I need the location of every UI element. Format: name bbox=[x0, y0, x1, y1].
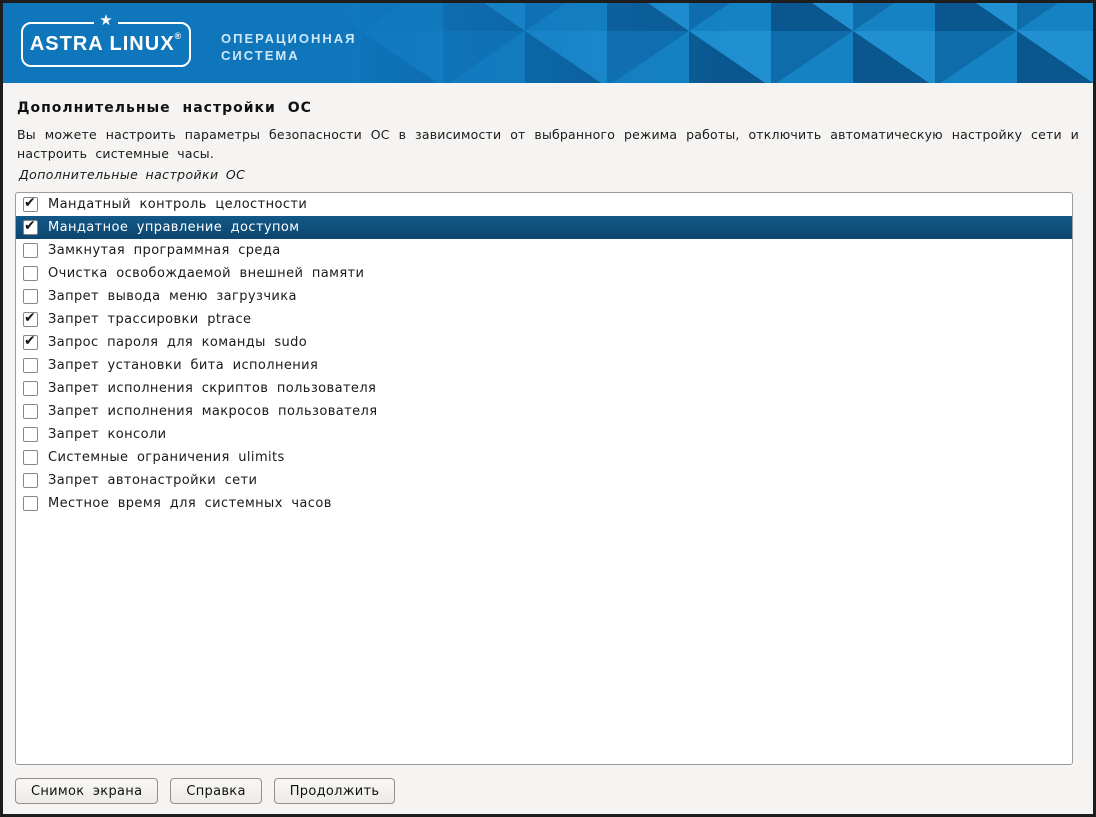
help-button[interactable]: Справка bbox=[170, 778, 261, 804]
checkbox-unchecked-icon[interactable] bbox=[23, 289, 38, 304]
list-item[interactable]: Замкнутая программная среда bbox=[16, 239, 1072, 262]
list-item-label: Запрет консоли bbox=[48, 427, 167, 442]
checkbox-checked-icon[interactable]: ✔ bbox=[23, 335, 38, 350]
checkbox-unchecked-icon[interactable] bbox=[23, 473, 38, 488]
list-item[interactable]: ✔ Запрос пароля для команды sudo bbox=[16, 331, 1072, 354]
list-item[interactable]: Запрет исполнения макросов пользователя bbox=[16, 400, 1072, 423]
checkbox-checked-icon[interactable]: ✔ bbox=[23, 312, 38, 327]
footer-bar: Снимок экрана Справка Продолжить bbox=[15, 778, 1073, 804]
list-item-label: Мандатное управление доступом bbox=[48, 220, 299, 235]
list-item[interactable]: ✔ Мандатное управление доступом bbox=[16, 216, 1072, 239]
list-item[interactable]: ✔ Мандатный контроль целостности bbox=[16, 193, 1072, 216]
checkbox-unchecked-icon[interactable] bbox=[23, 381, 38, 396]
list-item-label: Запрет автонастройки сети bbox=[48, 473, 257, 488]
list-item-label: Запрет вывода меню загрузчика bbox=[48, 289, 297, 304]
brand-line1: ОПЕРАЦИОННАЯ bbox=[221, 30, 357, 47]
list-item[interactable]: Запрет консоли bbox=[16, 423, 1072, 446]
page-description: Вы можете настроить параметры безопаснос… bbox=[17, 125, 1079, 163]
list-item[interactable]: ✔ Запрет трассировки ptrace bbox=[16, 308, 1072, 331]
list-item[interactable]: Запрет установки бита исполнения bbox=[16, 354, 1072, 377]
list-item[interactable]: Системные ограничения ulimits bbox=[16, 446, 1072, 469]
continue-button[interactable]: Продолжить bbox=[274, 778, 396, 804]
checkbox-unchecked-icon[interactable] bbox=[23, 427, 38, 442]
checkbox-unchecked-icon[interactable] bbox=[23, 358, 38, 373]
list-item[interactable]: Запрет исполнения скриптов пользователя bbox=[16, 377, 1072, 400]
page-subtitle: Дополнительные настройки ОС bbox=[19, 167, 1079, 182]
list-item[interactable]: Запрет автонастройки сети bbox=[16, 469, 1072, 492]
list-item-label: Запрет трассировки ptrace bbox=[48, 312, 251, 327]
list-item-label: Запрет исполнения скриптов пользователя bbox=[48, 381, 376, 396]
checkbox-unchecked-icon[interactable] bbox=[23, 450, 38, 465]
checkmark-icon: ✔ bbox=[24, 218, 36, 234]
installer-window: ★ ASTRA LINUX® ОПЕРАЦИОННАЯ СИСТЕМА Допо… bbox=[0, 0, 1096, 817]
checkbox-checked-icon[interactable]: ✔ bbox=[23, 197, 38, 212]
list-item-label: Запрет установки бита исполнения bbox=[48, 358, 318, 373]
settings-listbox: ✔ Мандатный контроль целостности ✔ Мандатно… bbox=[15, 192, 1073, 765]
page-title: Дополнительные настройки ОС bbox=[17, 100, 1079, 116]
checkbox-unchecked-icon[interactable] bbox=[23, 404, 38, 419]
brand-line2: СИСТЕМА bbox=[221, 47, 357, 64]
list-item-label: Замкнутая программная среда bbox=[48, 243, 281, 258]
screenshot-button[interactable]: Снимок экрана bbox=[15, 778, 158, 804]
list-item-label: Системные ограничения ulimits bbox=[48, 450, 285, 465]
list-item-label: Очистка освобождаемой внешней памяти bbox=[48, 266, 364, 281]
checkmark-icon: ✔ bbox=[24, 310, 36, 326]
header-banner: ★ ASTRA LINUX® ОПЕРАЦИОННАЯ СИСТЕМА bbox=[3, 3, 1093, 83]
checkmark-icon: ✔ bbox=[24, 195, 36, 211]
registered-mark: ® bbox=[175, 31, 183, 41]
star-icon: ★ bbox=[99, 13, 112, 28]
brand-text: ОПЕРАЦИОННАЯ СИСТЕМА bbox=[221, 30, 357, 64]
checkbox-unchecked-icon[interactable] bbox=[23, 243, 38, 258]
checkbox-unchecked-icon[interactable] bbox=[23, 266, 38, 281]
checkbox-unchecked-icon[interactable] bbox=[23, 496, 38, 511]
checkmark-icon: ✔ bbox=[24, 333, 36, 349]
list-item[interactable]: Местное время для системных часов bbox=[16, 492, 1072, 515]
list-item-label: Местное время для системных часов bbox=[48, 496, 332, 511]
list-item[interactable]: Очистка освобождаемой внешней памяти bbox=[16, 262, 1072, 285]
list-item[interactable]: Запрет вывода меню загрузчика bbox=[16, 285, 1072, 308]
list-item-label: Мандатный контроль целостности bbox=[48, 197, 307, 212]
checkbox-checked-icon[interactable]: ✔ bbox=[23, 220, 38, 235]
list-item-label: Запрет исполнения макросов пользователя bbox=[48, 404, 377, 419]
astra-linux-logo: ★ ASTRA LINUX® bbox=[21, 22, 191, 67]
list-item-label: Запрос пароля для команды sudo bbox=[48, 335, 307, 350]
logo-text: ASTRA LINUX® bbox=[30, 33, 182, 56]
